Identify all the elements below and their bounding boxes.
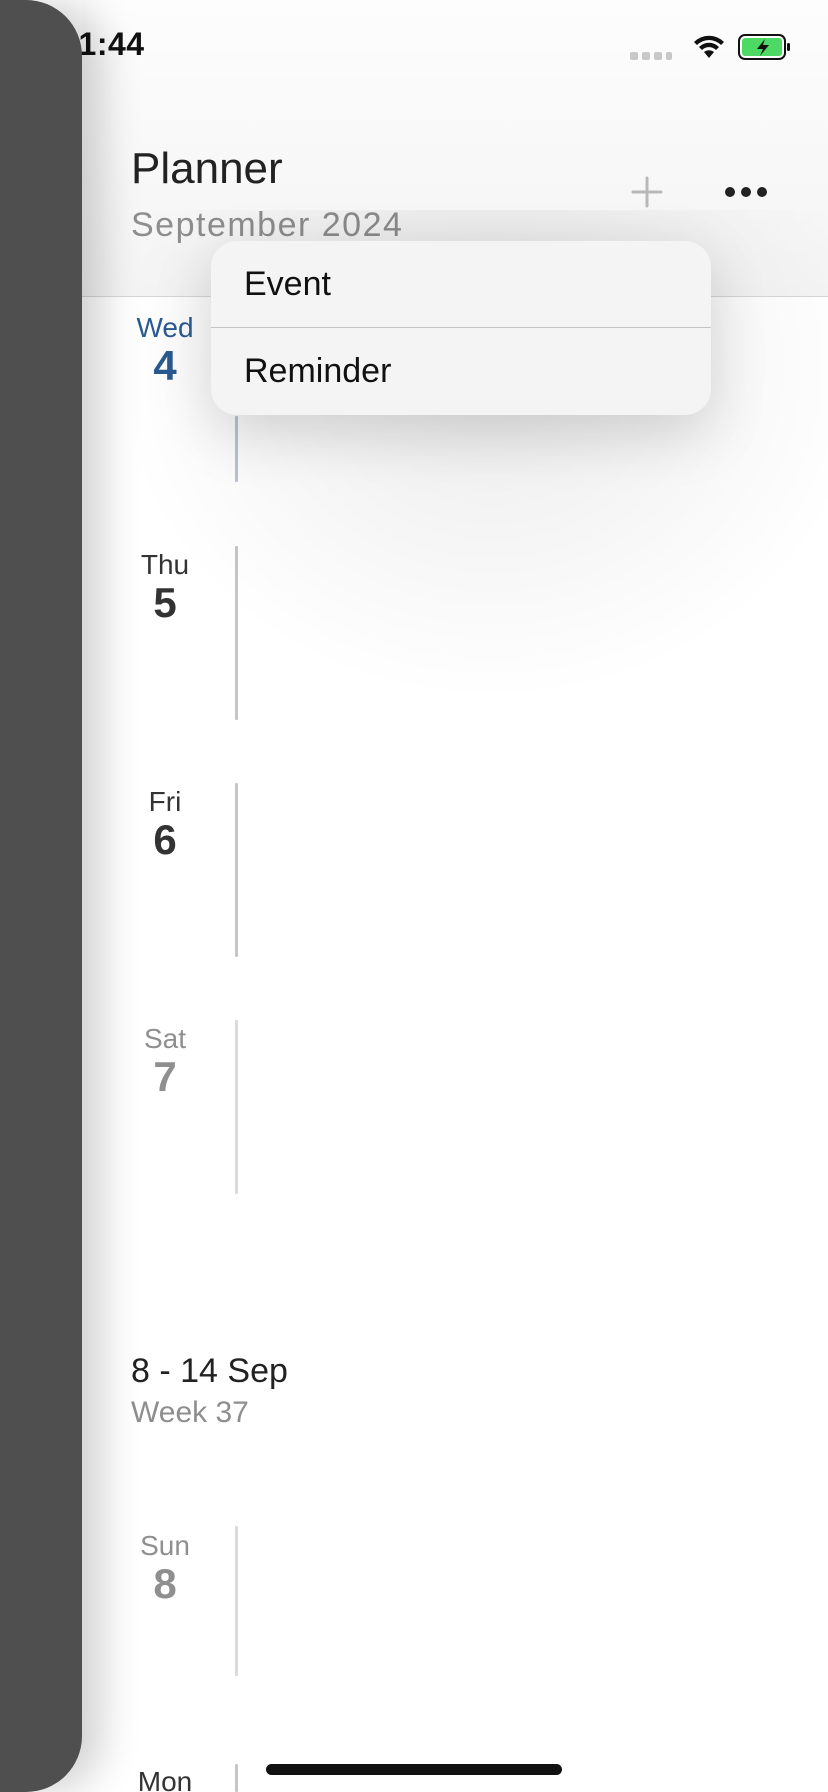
day-name: Sun [140,1530,190,1561]
week-label: Week 37 [131,1396,249,1429]
day-header-thu[interactable]: Thu 5 [115,549,215,627]
day-header-sat[interactable]: Sat 7 [115,1023,215,1101]
wifi-icon [692,34,726,65]
planner-screen: 11:44 Planner September 2024 Wed 4 Thu 5… [0,0,828,1792]
day-name: Thu [140,549,190,580]
battery-charging-icon [738,34,792,65]
day-number: 6 [153,816,177,863]
day-timeline [235,416,238,482]
day-timeline [235,1526,238,1676]
menu-item-event[interactable]: Event [211,241,711,328]
day-number: 7 [153,1053,177,1100]
month-subtitle: September 2024 [131,206,404,244]
day-number: 5 [153,579,177,626]
day-name: Sat [143,1023,187,1054]
signal-dots-icon [630,51,672,60]
day-header-mon[interactable]: Mon [115,1766,215,1792]
day-header-wed[interactable]: Wed 4 [115,312,215,390]
plus-icon [631,176,663,208]
day-name: Mon [137,1766,193,1792]
day-timeline [235,546,238,720]
day-name: Wed [136,312,194,343]
status-icons [630,34,792,65]
page-title: Planner [131,144,283,193]
day-number: 4 [153,342,177,389]
side-drawer[interactable] [0,0,82,1792]
week-range: 8 - 14 Sep [131,1352,288,1390]
menu-item-reminder[interactable]: Reminder [211,328,711,415]
day-timeline [235,1764,238,1792]
home-indicator[interactable] [266,1764,562,1775]
day-timeline [235,783,238,957]
day-timeline [235,1020,238,1194]
day-number: 8 [153,1560,177,1607]
add-button[interactable] [625,170,669,214]
ellipsis-icon [725,187,767,197]
more-button[interactable] [722,180,770,204]
day-header-sun[interactable]: Sun 8 [115,1530,215,1608]
day-name: Fri [148,786,182,817]
day-header-fri[interactable]: Fri 6 [115,786,215,864]
add-menu-popup: Event Reminder [211,241,711,415]
